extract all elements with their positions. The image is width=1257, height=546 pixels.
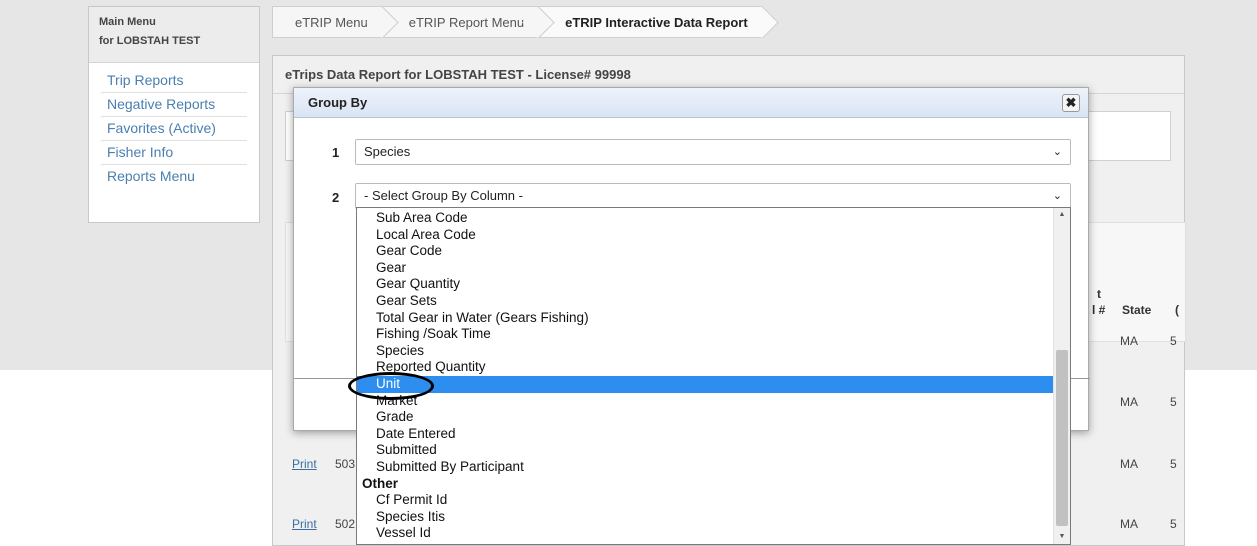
dropdown-option[interactable]: Gear Code bbox=[357, 243, 1053, 260]
dialog-title: Group By bbox=[308, 95, 368, 110]
dropdown-option[interactable]: Gear Sets bbox=[357, 293, 1053, 310]
dropdown-option[interactable]: Gear bbox=[357, 260, 1053, 277]
breadcrumb-current-page: eTRIP Interactive Data Report bbox=[538, 6, 762, 38]
dialog-header: Group By ✖ bbox=[294, 88, 1088, 118]
dropdown-scrollbar[interactable]: ▲ ▼ bbox=[1053, 208, 1070, 544]
sidebar-item-negative-reports[interactable]: Negative Reports bbox=[101, 93, 247, 117]
cell-id: 502 bbox=[335, 517, 356, 531]
breadcrumb-etrip-menu[interactable]: eTRIP Menu bbox=[272, 6, 382, 38]
breadcrumb: eTRIP Menu eTRIP Report Menu eTRIP Inter… bbox=[272, 6, 762, 38]
group-by-select-2[interactable]: - Select Group By Column - ⌄ bbox=[355, 183, 1071, 209]
scroll-up-icon[interactable]: ▲ bbox=[1054, 208, 1070, 222]
dropdown-option[interactable]: Submitted By Participant bbox=[357, 459, 1053, 476]
dropdown-options: Sub Area Code Local Area Code Gear Code Gea… bbox=[357, 210, 1053, 542]
sidebar-header: Main Menu for LOBSTAH TEST bbox=[89, 7, 259, 63]
dropdown-option[interactable]: Gear Quantity bbox=[357, 276, 1053, 293]
cell-state: MA bbox=[1120, 395, 1138, 409]
cell-id: 503 bbox=[335, 457, 356, 471]
dropdown-option[interactable]: Submitted bbox=[357, 442, 1053, 459]
sidebar-item-trip-reports[interactable]: Trip Reports bbox=[101, 69, 247, 93]
group-by-column-dropdown[interactable]: Sub Area Code Local Area Code Gear Code Gea… bbox=[356, 207, 1071, 545]
cell-partial: 5 bbox=[1170, 517, 1177, 531]
sidebar-title: Main Menu bbox=[99, 16, 156, 28]
cell-state: MA bbox=[1120, 517, 1138, 531]
dropdown-option[interactable]: Fishing /Soak Time bbox=[357, 326, 1053, 343]
chevron-down-icon: ⌄ bbox=[1052, 190, 1062, 202]
cell-state: MA bbox=[1120, 334, 1138, 348]
breadcrumb-report-menu[interactable]: eTRIP Report Menu bbox=[381, 6, 539, 38]
dropdown-option[interactable]: Cf Permit Id bbox=[357, 492, 1053, 509]
dropdown-option[interactable]: Total Gear in Water (Gears Fishing) bbox=[357, 310, 1053, 327]
scroll-down-icon[interactable]: ▼ bbox=[1054, 530, 1070, 544]
dropdown-option[interactable]: Local Area Code bbox=[357, 227, 1053, 244]
chevron-down-icon: ⌄ bbox=[1052, 146, 1062, 158]
annotation-ellipse bbox=[348, 372, 434, 400]
cell-partial: 5 bbox=[1170, 395, 1177, 409]
column-header-partial: t bbox=[1097, 287, 1101, 301]
dropdown-option[interactable]: Species Itis bbox=[357, 509, 1053, 526]
sidebar-item-favorites[interactable]: Favorites (Active) bbox=[101, 117, 247, 141]
option-group-label: Other bbox=[362, 475, 399, 491]
dropdown-option[interactable]: Species bbox=[357, 343, 1053, 360]
dropdown-option[interactable]: Vessel Id bbox=[357, 525, 1053, 542]
print-link[interactable]: Print bbox=[292, 517, 317, 531]
dropdown-option[interactable]: Reported Quantity bbox=[357, 359, 1053, 376]
close-icon[interactable]: ✖ bbox=[1062, 94, 1080, 112]
dropdown-option[interactable]: Date Entered bbox=[357, 426, 1053, 443]
group-by-select-1[interactable]: Species ⌄ bbox=[355, 139, 1071, 165]
dropdown-option[interactable]: Grade bbox=[357, 409, 1053, 426]
dropdown-option[interactable]: Unit bbox=[357, 375, 1053, 393]
print-link[interactable]: Print bbox=[292, 457, 317, 471]
group-row-number: 1 bbox=[332, 145, 340, 160]
cell-state: MA bbox=[1120, 457, 1138, 471]
select-value: - Select Group By Column - bbox=[364, 188, 523, 203]
column-header-state[interactable]: State bbox=[1122, 303, 1151, 317]
column-header-partial: l # bbox=[1092, 303, 1106, 317]
cell-partial: 5 bbox=[1170, 334, 1177, 348]
dropdown-option[interactable]: Market bbox=[357, 393, 1053, 410]
group-row-number: 2 bbox=[332, 190, 340, 205]
sidebar-subtitle: for LOBSTAH TEST bbox=[99, 35, 201, 47]
column-header-partial: ( bbox=[1175, 303, 1179, 317]
dropdown-option[interactable]: Sub Area Code bbox=[357, 210, 1053, 227]
select-value: Species bbox=[364, 144, 411, 159]
main-menu-sidebar: Main Menu for LOBSTAH TEST Trip Reports … bbox=[88, 6, 260, 223]
cell-partial: 5 bbox=[1170, 457, 1177, 471]
sidebar-item-fisher-info[interactable]: Fisher Info bbox=[101, 141, 247, 165]
sidebar-list: Trip Reports Negative Reports Favorites … bbox=[89, 63, 259, 188]
scrollbar-thumb[interactable] bbox=[1056, 350, 1068, 526]
sidebar-item-reports-menu[interactable]: Reports Menu bbox=[101, 165, 247, 188]
